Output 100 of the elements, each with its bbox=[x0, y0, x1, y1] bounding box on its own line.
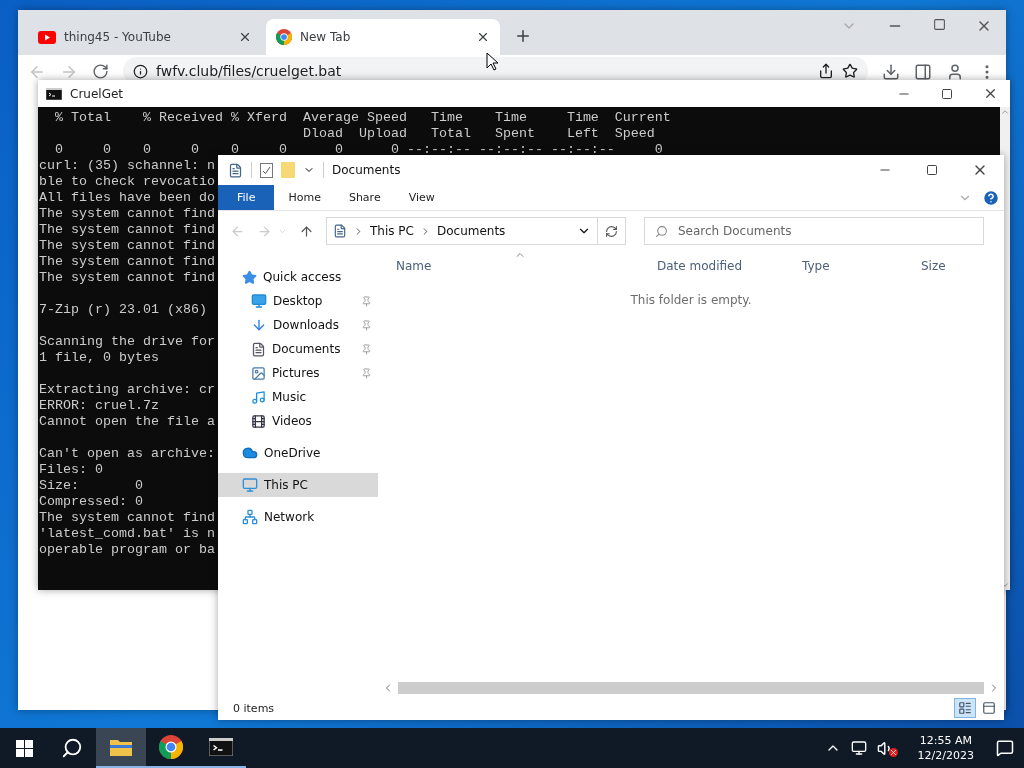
console-line: Can't open as archive: bbox=[39, 446, 215, 462]
nav-item[interactable]: Documents bbox=[218, 337, 378, 361]
video-logo-icon bbox=[38, 30, 56, 44]
document-icon bbox=[333, 224, 347, 238]
music-note-icon bbox=[251, 389, 266, 405]
download-icon[interactable] bbox=[882, 63, 900, 81]
network-icon bbox=[242, 509, 258, 525]
ribbon-tab[interactable]: View bbox=[394, 185, 449, 210]
empty-folder-message: This folder is empty. bbox=[630, 293, 752, 307]
breadcrumb-item[interactable]: This PC bbox=[370, 224, 414, 238]
breadcrumb-item[interactable]: Documents bbox=[436, 224, 506, 238]
network-status-icon[interactable] bbox=[850, 740, 867, 756]
column-header[interactable]: Size bbox=[921, 259, 1001, 273]
console-line: % Total % Received % Xferd Average Speed Time Time Time Current bbox=[54, 110, 671, 126]
console-line: The system cannot find bbox=[39, 238, 215, 254]
reload-icon[interactable] bbox=[92, 63, 109, 80]
browser-logo-icon bbox=[159, 735, 183, 759]
console-line: The system cannot find bbox=[39, 206, 215, 222]
side-panel-icon[interactable] bbox=[914, 63, 932, 81]
properties-icon[interactable] bbox=[228, 162, 243, 178]
address-bar[interactable]: This PC Documents bbox=[326, 217, 598, 245]
search-field[interactable]: Search Documents bbox=[644, 217, 984, 245]
console-line: Compressed: 0 bbox=[39, 494, 143, 510]
console-line: operable program or ba bbox=[39, 542, 215, 558]
nav-item[interactable]: Videos bbox=[218, 409, 378, 433]
picture-icon bbox=[251, 365, 266, 381]
ribbon-tab[interactable]: Home bbox=[274, 185, 335, 210]
share-icon[interactable] bbox=[818, 63, 834, 79]
muted-speaker-icon[interactable] bbox=[876, 739, 896, 757]
time-text: 12:55 AM bbox=[919, 733, 972, 748]
star-icon bbox=[242, 269, 257, 285]
computer-icon bbox=[242, 477, 258, 493]
console-line: Scanning the drive for bbox=[39, 334, 215, 350]
nav-item[interactable]: Desktop bbox=[218, 289, 378, 313]
search-placeholder: Search Documents bbox=[678, 224, 792, 238]
item-count: 0 items bbox=[233, 701, 275, 715]
maximize-icon[interactable] bbox=[926, 164, 938, 176]
nav-item[interactable]: This PC bbox=[218, 473, 378, 497]
folder-icon bbox=[110, 738, 132, 756]
info-icon bbox=[133, 63, 148, 79]
nav-item[interactable]: Pictures bbox=[218, 361, 378, 385]
film-icon bbox=[251, 413, 266, 429]
profile-icon[interactable] bbox=[946, 63, 964, 81]
terminal-icon bbox=[209, 738, 233, 756]
browser-tab[interactable]: New Tab bbox=[266, 19, 500, 55]
console-line: ble to check revocatio bbox=[39, 174, 215, 190]
notifications-icon[interactable] bbox=[996, 739, 1014, 757]
ribbon-tab[interactable]: File bbox=[218, 185, 275, 210]
console-line: The system cannot find bbox=[39, 254, 215, 270]
tiles-icon bbox=[982, 701, 996, 715]
close-icon[interactable] bbox=[983, 86, 998, 101]
window-title: Documents bbox=[332, 163, 401, 177]
browser-tab[interactable]: thing45 - YouTube bbox=[28, 19, 262, 55]
date-text: 12/2/2023 bbox=[917, 748, 974, 763]
console-line: Files: 0 bbox=[39, 462, 103, 478]
maximize-icon[interactable] bbox=[933, 18, 946, 31]
terminal-icon bbox=[46, 87, 62, 100]
console-line: 0 0 0 0 0 0 0 0 --:--:-- --:--:-- --:--:-- 0 bbox=[54, 142, 663, 158]
nav-item[interactable]: Downloads bbox=[218, 313, 378, 337]
clock[interactable]: 12:55 AM 12/2/2023 bbox=[905, 733, 986, 763]
bookmark-icon[interactable] bbox=[842, 63, 858, 79]
windows-logo-icon bbox=[15, 739, 33, 757]
refresh-button[interactable] bbox=[598, 217, 626, 245]
search-icon bbox=[61, 737, 83, 759]
taskbar-app[interactable] bbox=[96, 728, 146, 768]
maximize-icon[interactable] bbox=[941, 87, 953, 100]
details-view-button[interactable] bbox=[954, 698, 976, 718]
list-icon bbox=[958, 701, 972, 715]
console-line: Size: 0 bbox=[39, 478, 143, 494]
console-line: curl: (35) schannel: n bbox=[39, 158, 215, 174]
console-line: Cannot open the file a bbox=[39, 414, 215, 430]
console-line: 7-Zip (r) 23.01 (x86) bbox=[39, 302, 207, 318]
up-icon[interactable] bbox=[299, 223, 314, 239]
console-line: ERROR: cruel.7z bbox=[39, 398, 159, 414]
column-header[interactable]: Name bbox=[396, 259, 657, 273]
console-line: Extracting archive: cr bbox=[39, 382, 215, 398]
nav-item[interactable]: Network bbox=[218, 505, 378, 529]
close-icon[interactable] bbox=[238, 30, 252, 44]
console-line: The system cannot find bbox=[39, 222, 215, 238]
console-line: 1 file, 0 bytes bbox=[39, 350, 159, 366]
checkbox-icon[interactable] bbox=[260, 162, 273, 178]
close-icon[interactable] bbox=[476, 30, 490, 44]
browser-logo-icon bbox=[276, 29, 292, 45]
column-header[interactable]: Type bbox=[802, 259, 921, 273]
url-text: fwfv.club/files/cruelget.bat bbox=[156, 63, 342, 79]
console-line: Dload Upload Total Spent Left Speed bbox=[301, 126, 655, 142]
document-icon bbox=[251, 341, 266, 357]
help-icon[interactable] bbox=[982, 188, 1000, 207]
nav-item[interactable]: Music bbox=[218, 385, 378, 409]
console-line: The system cannot find bbox=[39, 510, 215, 526]
refresh-icon bbox=[605, 224, 618, 238]
console-line: 'latest_comd.bat' is n bbox=[39, 526, 215, 542]
download-arrow-icon bbox=[251, 317, 267, 333]
nav-item[interactable]: OneDrive bbox=[218, 441, 378, 465]
nav-item[interactable]: Quick access bbox=[218, 265, 378, 289]
console-line: All files have been do bbox=[39, 190, 215, 206]
column-header[interactable]: Date modified bbox=[657, 259, 802, 273]
new-tab-icon[interactable] bbox=[514, 27, 532, 45]
ribbon-tab[interactable]: Share bbox=[334, 185, 395, 210]
desktop-icon bbox=[251, 293, 267, 309]
